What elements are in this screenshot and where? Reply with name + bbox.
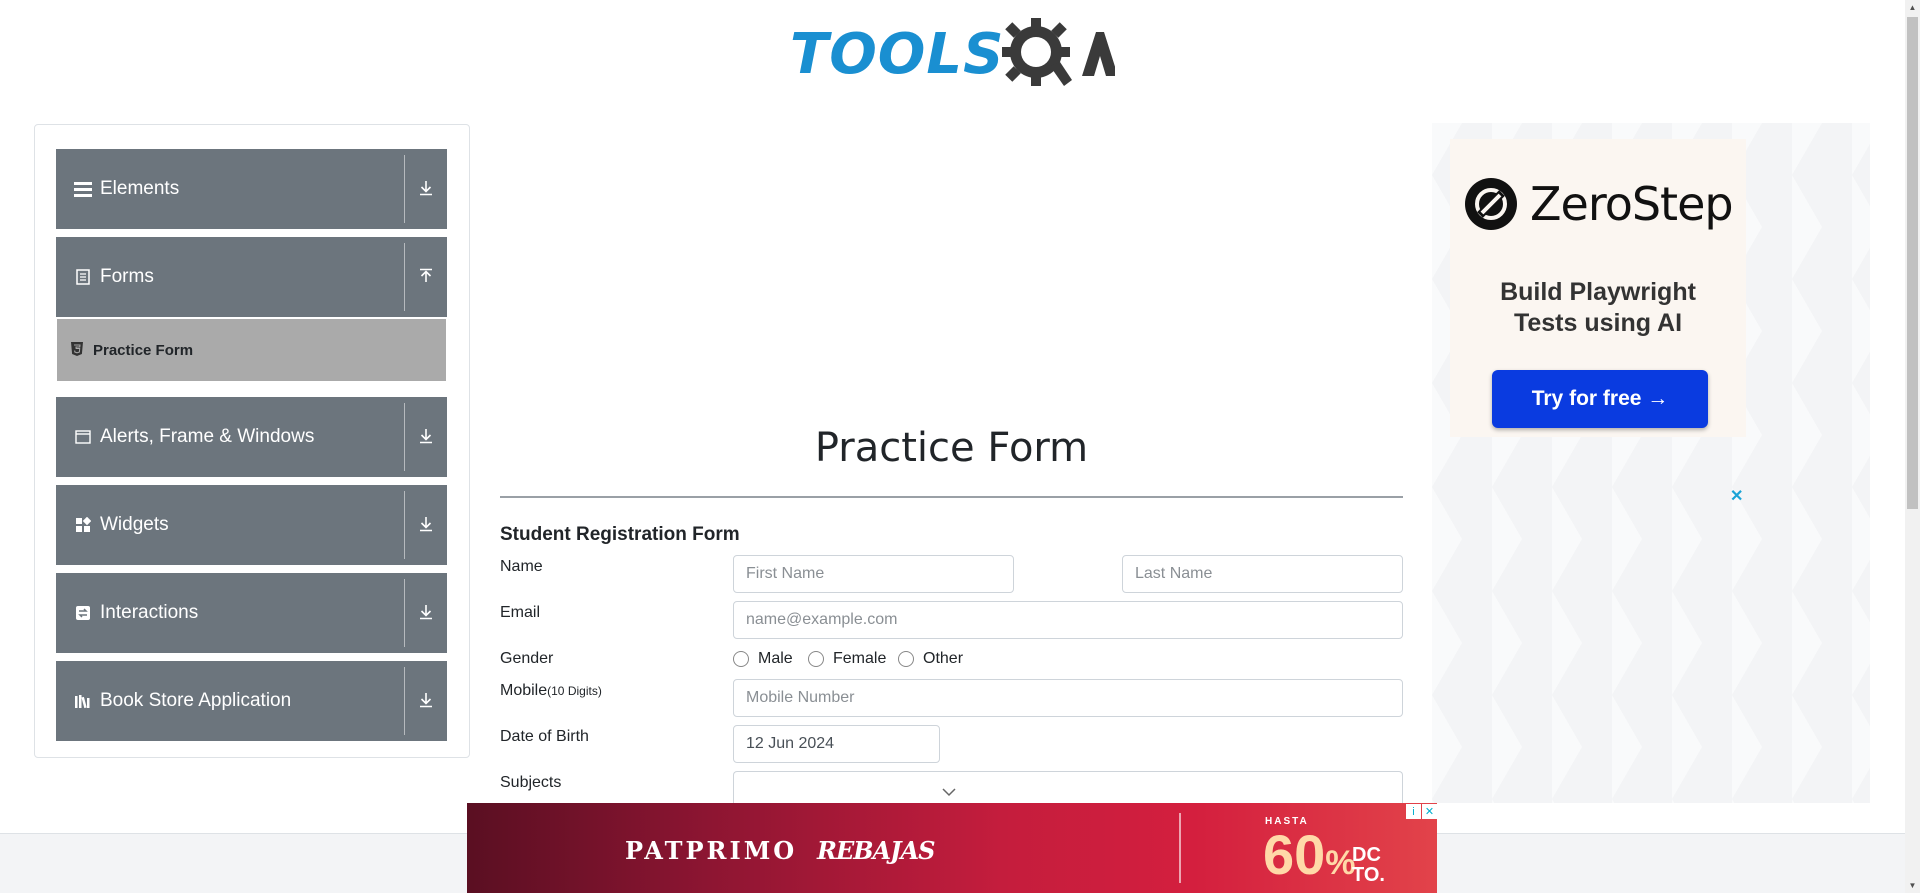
sidebar: Elements Forms Practice Form Alerts, Fra… xyxy=(34,124,470,758)
sidebar-item-practice-form[interactable]: Practice Form xyxy=(57,319,446,381)
download-arrow-icon[interactable] xyxy=(413,687,439,713)
gender-radio-female[interactable]: Female xyxy=(808,650,886,668)
divider xyxy=(1179,813,1181,883)
title-divider xyxy=(500,496,1403,498)
sidebar-ad[interactable]: ZeroStep Build Playwright Tests using AI… xyxy=(1432,123,1870,803)
ad-tagline-line: Tests using AI xyxy=(1513,309,1683,337)
document-icon xyxy=(72,266,94,288)
download-arrow-icon[interactable] xyxy=(413,175,439,201)
divider xyxy=(404,491,405,559)
mobile-label: Mobile(10 Digits) xyxy=(500,682,602,700)
ad-card[interactable]: ZeroStep Build Playwright Tests using AI… xyxy=(1450,139,1746,437)
vertical-scrollbar[interactable]: ▲ ▼ xyxy=(1905,0,1920,893)
ad-brand: ZeroStep xyxy=(1530,177,1734,231)
books-icon xyxy=(72,690,94,712)
banner-percent-sign: % xyxy=(1325,844,1356,882)
adchoices[interactable]: i ✕ xyxy=(1405,804,1437,819)
scrollbar-thumb[interactable] xyxy=(1907,17,1918,509)
sidebar-group-alerts[interactable]: Alerts, Frame & Windows xyxy=(56,397,447,477)
first-name-input[interactable] xyxy=(733,555,1014,593)
form-subtitle: Student Registration Form xyxy=(500,524,740,545)
sidebar-group-label: Interactions xyxy=(100,602,199,623)
page: TOOLS Elements Forms Practice Form Alert… xyxy=(0,0,1920,893)
banner-dcto: DC TO. xyxy=(1352,845,1385,885)
subjects-input[interactable] xyxy=(733,771,1403,803)
date-of-birth-input[interactable] xyxy=(733,725,940,763)
toolsqa-logo[interactable]: TOOLS xyxy=(790,16,1115,90)
scroll-up-icon[interactable]: ▲ xyxy=(1905,0,1920,15)
mobile-hint: (10 Digits) xyxy=(547,684,602,698)
page-title: Practice Form xyxy=(814,425,1089,471)
download-arrow-icon[interactable] xyxy=(413,599,439,625)
logo-gear-icon xyxy=(1002,18,1115,86)
radio-label: Male xyxy=(758,650,793,667)
divider xyxy=(404,579,405,647)
window-icon xyxy=(72,426,94,448)
mobile-input[interactable] xyxy=(733,679,1403,717)
divider xyxy=(404,403,405,471)
banner-percent: 60% xyxy=(1263,825,1356,893)
sidebar-item-label: Practice Form xyxy=(93,341,194,359)
bottom-banner-ad[interactable]: PATPRIMO REBAJAS HASTA 60% DC TO. i ✕ xyxy=(467,803,1437,893)
ad-tagline: Build Playwright Tests using AI xyxy=(1450,277,1746,339)
radio-label: Other xyxy=(923,650,964,667)
download-arrow-icon[interactable] xyxy=(413,511,439,537)
sidebar-group-interactions[interactable]: Interactions xyxy=(56,573,447,653)
last-name-input[interactable] xyxy=(1122,555,1403,593)
sidebar-group-label: Elements xyxy=(100,178,180,199)
adchoices-close-icon[interactable]: ✕ xyxy=(1422,804,1437,819)
scroll-down-icon[interactable]: ▼ xyxy=(1905,878,1920,893)
sidebar-group-elements[interactable]: Elements xyxy=(56,149,447,229)
radio-circle[interactable] xyxy=(808,651,824,667)
sidebar-group-book-store[interactable]: Book Store Application xyxy=(56,661,447,741)
banner-sale-text: REBAJAS xyxy=(817,836,935,865)
zerostep-icon xyxy=(1465,178,1517,230)
download-arrow-icon[interactable] xyxy=(413,423,439,449)
divider xyxy=(404,243,405,311)
ad-close-icon[interactable]: ✕ xyxy=(1730,486,1743,506)
sidebar-group-label: Widgets xyxy=(100,514,169,535)
radio-label: Female xyxy=(833,650,887,667)
zerostep-logo: ZeroStep xyxy=(1464,177,1734,231)
banner-dcto-line: DC xyxy=(1352,844,1381,866)
banner-brand: PATPRIMO xyxy=(625,836,798,865)
radio-circle[interactable] xyxy=(733,651,749,667)
banner-percent-number: 60 xyxy=(1263,823,1326,886)
hamburger-icon xyxy=(72,178,94,200)
email-label: Email xyxy=(500,604,541,621)
mobile-label-text: Mobile xyxy=(500,682,548,699)
chevron-down-icon[interactable] xyxy=(942,787,956,797)
subjects-label: Subjects xyxy=(500,774,562,791)
dob-label: Date of Birth xyxy=(500,728,589,745)
sidebar-group-widgets[interactable]: Widgets xyxy=(56,485,447,565)
sidebar-group-label: Book Store Application xyxy=(100,690,292,711)
adchoices-info-icon[interactable]: i xyxy=(1406,804,1421,819)
interaction-icon xyxy=(72,602,94,624)
upload-arrow-icon[interactable] xyxy=(413,263,439,289)
gender-radio-male[interactable]: Male xyxy=(733,650,793,668)
logo-text: TOOLS xyxy=(790,22,1005,87)
grid-icon xyxy=(72,514,94,536)
sidebar-group-forms[interactable]: Forms xyxy=(56,237,447,317)
gender-radio-other[interactable]: Other xyxy=(898,650,963,668)
try-for-free-button[interactable]: Try for free → xyxy=(1492,370,1708,428)
email-input[interactable] xyxy=(733,601,1403,639)
divider xyxy=(404,667,405,735)
sidebar-group-label: Forms xyxy=(100,266,154,287)
html5-icon xyxy=(71,342,85,358)
divider xyxy=(404,155,405,223)
gender-label: Gender xyxy=(500,650,554,667)
ad-tagline-line: Build Playwright xyxy=(1500,278,1696,306)
name-label: Name xyxy=(500,558,543,575)
banner-dcto-line: TO. xyxy=(1352,864,1385,886)
sidebar-group-label: Alerts, Frame & Windows xyxy=(100,426,315,447)
radio-circle[interactable] xyxy=(898,651,914,667)
